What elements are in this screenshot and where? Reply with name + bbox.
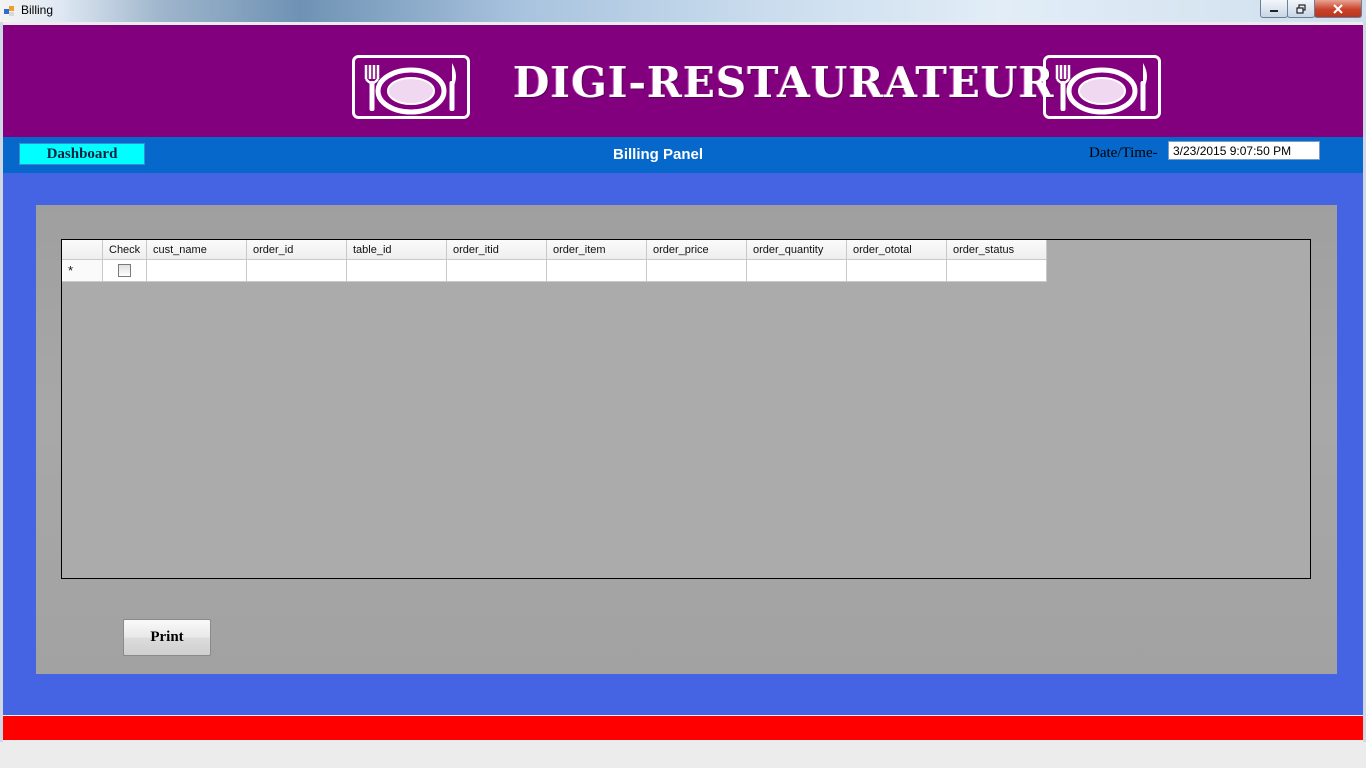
main-area: Check cust_name order_id table_id order_…	[3, 173, 1363, 715]
column-header-table-id[interactable]: table_id	[347, 240, 447, 260]
column-header-order-quantity[interactable]: order_quantity	[747, 240, 847, 260]
column-header-order-id[interactable]: order_id	[247, 240, 347, 260]
datetime-label: Date/Time-	[1089, 145, 1158, 161]
new-row-marker: *	[62, 260, 103, 282]
table-id-cell[interactable]	[347, 260, 447, 282]
order-status-cell[interactable]	[947, 260, 1047, 282]
row-header-corner	[62, 240, 103, 260]
datetime-field[interactable]: 3/23/2015 9:07:50 PM	[1168, 141, 1320, 160]
column-header-check[interactable]: Check	[103, 240, 147, 260]
order-item-cell[interactable]	[547, 260, 647, 282]
table-row-new[interactable]: *	[62, 260, 1047, 282]
nav-bar: Dashboard Billing Panel Date/Time- 3/23/…	[3, 137, 1363, 173]
minimize-button[interactable]	[1260, 0, 1288, 18]
column-header-order-item[interactable]: order_item	[547, 240, 647, 260]
column-header-order-ototal[interactable]: order_ototal	[847, 240, 947, 260]
grid-header: Check cust_name order_id table_id order_…	[62, 240, 1047, 260]
billing-panel: Check cust_name order_id table_id order_…	[36, 205, 1337, 674]
close-icon	[1333, 3, 1343, 14]
order-ototal-cell[interactable]	[847, 260, 947, 282]
billing-window: Billing DIGI-RESTAURATEUR Dashboard Bill…	[0, 0, 1366, 768]
column-header-order-itid[interactable]: order_itid	[447, 240, 547, 260]
footer-bar	[3, 716, 1363, 740]
app-header: DIGI-RESTAURATEUR	[3, 25, 1363, 137]
order-itid-cell[interactable]	[447, 260, 547, 282]
minimize-icon	[1270, 9, 1278, 12]
column-header-order-price[interactable]: order_price	[647, 240, 747, 260]
title-bar[interactable]: Billing	[0, 0, 1366, 22]
window-title: Billing	[21, 3, 54, 17]
column-header-order-status[interactable]: order_status	[947, 240, 1047, 260]
plate-cutlery-icon	[1043, 55, 1161, 119]
print-button[interactable]: Print	[123, 619, 211, 656]
order-price-cell[interactable]	[647, 260, 747, 282]
maximize-icon	[1296, 3, 1306, 14]
order-quantity-cell[interactable]	[747, 260, 847, 282]
maximize-button[interactable]	[1287, 0, 1315, 18]
row-checkbox[interactable]	[118, 264, 131, 277]
plate-cutlery-icon	[352, 55, 470, 119]
column-header-cust-name[interactable]: cust_name	[147, 240, 247, 260]
app-icon	[4, 6, 14, 16]
close-button[interactable]	[1314, 0, 1362, 18]
orders-grid[interactable]: Check cust_name order_id table_id order_…	[61, 239, 1311, 579]
check-cell[interactable]	[103, 260, 147, 282]
dashboard-button[interactable]: Dashboard	[19, 143, 145, 165]
order-id-cell[interactable]	[247, 260, 347, 282]
panel-title: Billing Panel	[612, 146, 703, 163]
cust-name-cell[interactable]	[147, 260, 247, 282]
app-title: DIGI-RESTAURATEUR	[513, 58, 1055, 107]
